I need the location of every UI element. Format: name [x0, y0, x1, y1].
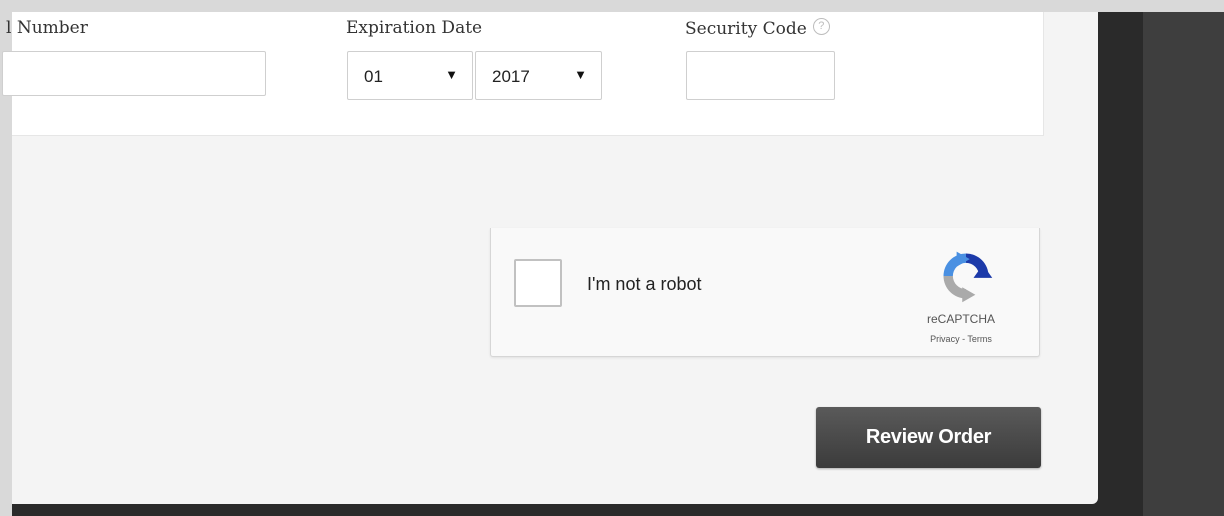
- recaptcha-logo-icon: [943, 251, 993, 303]
- card-number-input[interactable]: [2, 51, 266, 96]
- chevron-down-icon: ▼: [574, 67, 587, 82]
- recaptcha-label: I'm not a robot: [587, 274, 702, 294]
- expiration-year-value: 2017: [492, 67, 530, 86]
- window-frame-top: [0, 0, 1224, 12]
- recaptcha-checkbox[interactable]: [514, 259, 562, 307]
- chevron-down-icon: ▼: [445, 67, 458, 82]
- expiration-month-value: 01: [364, 67, 383, 86]
- recaptcha-links: Privacy - Terms: [905, 334, 1017, 344]
- checkout-panel: l Number Expiration Date 01 ▼ 2017 ▼ Sec…: [2, 12, 1098, 504]
- recaptcha-privacy-link[interactable]: Privacy: [930, 334, 960, 344]
- expiration-year-select[interactable]: 2017 ▼: [475, 51, 602, 100]
- recaptcha-brand: reCAPTCHA: [926, 312, 995, 326]
- expiration-date-label: Expiration Date: [346, 18, 483, 38]
- review-order-button[interactable]: Review Order: [816, 407, 1041, 468]
- payment-form-section: l Number Expiration Date 01 ▼ 2017 ▼ Sec…: [2, 12, 1044, 136]
- card-number-label: l Number: [6, 18, 88, 38]
- security-code-label: Security Code: [685, 19, 807, 39]
- screen: l Number Expiration Date 01 ▼ 2017 ▼ Sec…: [0, 0, 1224, 516]
- recaptcha-widget: I'm not a robot reCAPTCHA Privacy - Term…: [490, 228, 1040, 357]
- security-code-label-group: Security Code?: [685, 18, 830, 39]
- question-circle-icon[interactable]: ?: [812, 18, 830, 35]
- security-code-input[interactable]: [686, 51, 835, 100]
- expiration-month-select[interactable]: 01 ▼: [347, 51, 473, 100]
- background-stripe: [1143, 0, 1224, 516]
- recaptcha-terms-link[interactable]: Terms: [967, 334, 992, 344]
